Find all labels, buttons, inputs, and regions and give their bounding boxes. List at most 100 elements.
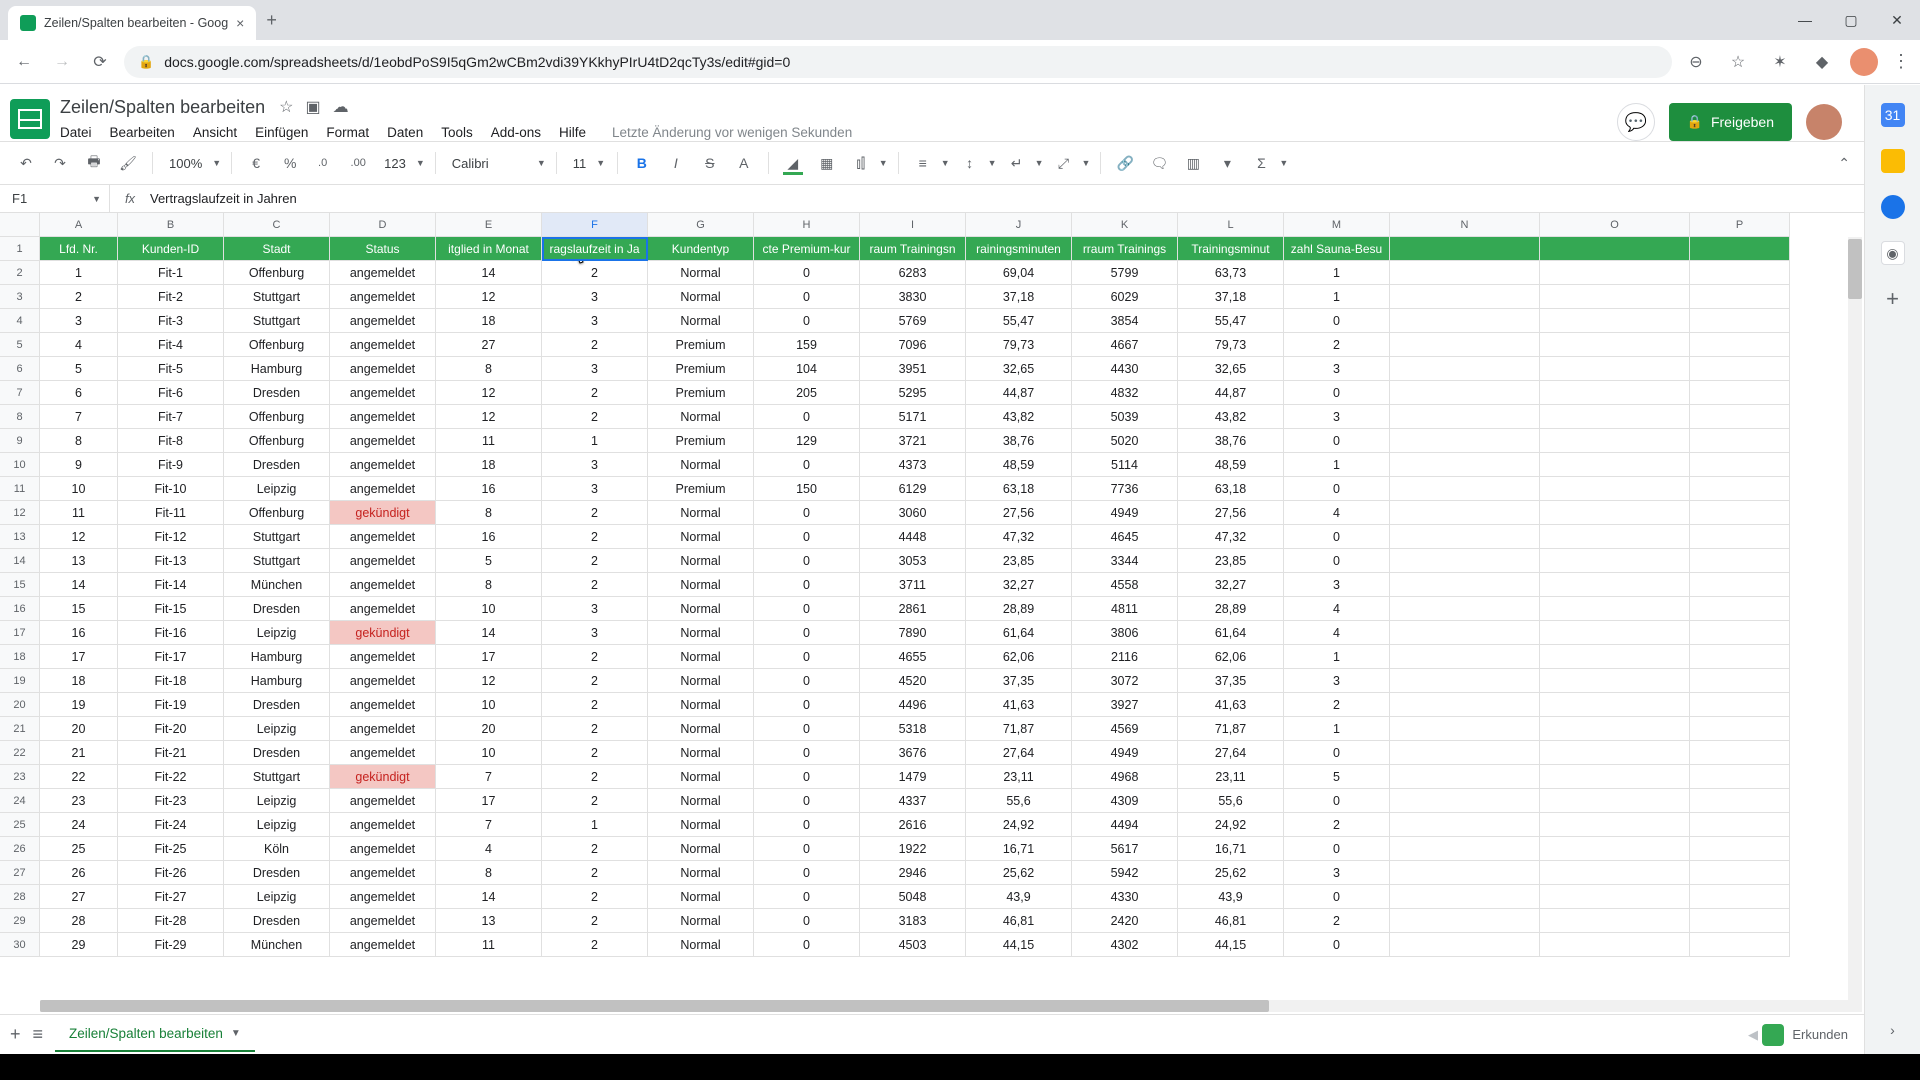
cell[interactable]: 27,64	[1178, 741, 1284, 765]
cell[interactable]	[1390, 909, 1540, 933]
cell[interactable]: 23,11	[966, 765, 1072, 789]
cell[interactable]: angemeldet	[330, 837, 436, 861]
cell[interactable]	[1690, 261, 1790, 285]
cell[interactable]: gekündigt	[330, 621, 436, 645]
omnibox[interactable]: 🔒 docs.google.com/spreadsheets/d/1eobdPo…	[124, 46, 1672, 78]
row-head-15[interactable]: 15	[0, 573, 40, 597]
cell[interactable]: 37,35	[966, 669, 1072, 693]
cell[interactable]	[1690, 501, 1790, 525]
cell[interactable]	[1690, 765, 1790, 789]
cell[interactable]	[1390, 501, 1540, 525]
cell[interactable]: 71,87	[966, 717, 1072, 741]
cell[interactable]: 1922	[860, 837, 966, 861]
cell[interactable]: 24,92	[1178, 813, 1284, 837]
cell[interactable]: 55,47	[966, 309, 1072, 333]
cell[interactable]	[1540, 741, 1690, 765]
cell[interactable]: 16	[40, 621, 118, 645]
cell[interactable]: 32,65	[966, 357, 1072, 381]
cell[interactable]: 4	[1284, 501, 1390, 525]
cell[interactable]: 3854	[1072, 309, 1178, 333]
sheet-tab[interactable]: Zeilen/Spalten bearbeiten▼	[55, 1018, 255, 1052]
cell[interactable]: 2	[542, 573, 648, 597]
cell[interactable]: 12	[436, 285, 542, 309]
cell[interactable]: 7	[436, 813, 542, 837]
cell[interactable]	[1540, 381, 1690, 405]
undo-icon[interactable]: ↶	[12, 149, 40, 177]
cell[interactable]: 104	[754, 357, 860, 381]
cell[interactable]: Premium	[648, 381, 754, 405]
header-cell[interactable]: raum Trainingsn	[860, 237, 966, 261]
menu-format[interactable]: Format	[326, 125, 369, 140]
cell[interactable]	[1690, 861, 1790, 885]
row-head-21[interactable]: 21	[0, 717, 40, 741]
cell[interactable]: Normal	[648, 789, 754, 813]
cell[interactable]	[1690, 885, 1790, 909]
cell[interactable]	[1540, 717, 1690, 741]
cell[interactable]	[1540, 861, 1690, 885]
cell[interactable]	[1690, 405, 1790, 429]
row-head-7[interactable]: 7	[0, 381, 40, 405]
addons-plus-icon[interactable]: +	[1881, 287, 1905, 311]
cell[interactable]: Fit-16	[118, 621, 224, 645]
cell[interactable]: angemeldet	[330, 309, 436, 333]
percent-icon[interactable]: %	[276, 149, 304, 177]
link-button[interactable]: 🔗	[1111, 149, 1139, 177]
cell[interactable]: angemeldet	[330, 789, 436, 813]
strike-button[interactable]: S	[696, 149, 724, 177]
halign-button[interactable]: ≡▼	[909, 149, 950, 177]
cell[interactable]: 3183	[860, 909, 966, 933]
vertical-scrollbar[interactable]	[1848, 237, 1862, 1012]
cell[interactable]: 3	[40, 309, 118, 333]
row-head-8[interactable]: 8	[0, 405, 40, 429]
cell[interactable]	[1390, 525, 1540, 549]
cell[interactable]: 14	[436, 621, 542, 645]
cell[interactable]: 0	[1284, 789, 1390, 813]
cell[interactable]: 14	[40, 573, 118, 597]
cell[interactable]: 7736	[1072, 477, 1178, 501]
cell[interactable]: 19	[40, 693, 118, 717]
cell[interactable]: 0	[754, 933, 860, 957]
wrap-button[interactable]: ↵▼	[1003, 149, 1044, 177]
cell[interactable]: Dresden	[224, 909, 330, 933]
cell[interactable]: 0	[754, 693, 860, 717]
cell[interactable]: 4949	[1072, 501, 1178, 525]
fill-color-button[interactable]: ◢	[779, 149, 807, 177]
cell[interactable]: 14	[436, 885, 542, 909]
cell[interactable]: Fit-25	[118, 837, 224, 861]
cell[interactable]: 0	[1284, 429, 1390, 453]
cell[interactable]	[1390, 813, 1540, 837]
cell[interactable]: 16,71	[966, 837, 1072, 861]
cell[interactable]: angemeldet	[330, 669, 436, 693]
cell[interactable]: angemeldet	[330, 933, 436, 957]
cell[interactable]: angemeldet	[330, 717, 436, 741]
cell[interactable]: Normal	[648, 885, 754, 909]
cell[interactable]: 37,18	[1178, 285, 1284, 309]
row-head-1[interactable]: 1	[0, 237, 40, 261]
cell[interactable]	[1540, 597, 1690, 621]
cell[interactable]: 27	[40, 885, 118, 909]
cell[interactable]: 2	[40, 285, 118, 309]
cell[interactable]: 3	[542, 453, 648, 477]
cell[interactable]: 8	[436, 357, 542, 381]
cell[interactable]	[1540, 285, 1690, 309]
cell[interactable]: 8	[436, 861, 542, 885]
cell[interactable]: 7890	[860, 621, 966, 645]
cell[interactable]: Normal	[648, 525, 754, 549]
cell[interactable]	[1390, 261, 1540, 285]
cell[interactable]	[1690, 525, 1790, 549]
close-tab-icon[interactable]: ×	[236, 15, 244, 31]
row-head-16[interactable]: 16	[0, 597, 40, 621]
cell[interactable]: Normal	[648, 765, 754, 789]
cell[interactable]: 16	[436, 525, 542, 549]
header-cell[interactable]	[1390, 237, 1540, 261]
cell[interactable]: Normal	[648, 549, 754, 573]
cell[interactable]: 22	[40, 765, 118, 789]
col-head-B[interactable]: B	[118, 213, 224, 237]
spreadsheet-grid[interactable]: ABCDEFGHIJKLMNOP1Lfd. Nr.Kunden-IDStadtS…	[0, 213, 1864, 1014]
cell[interactable]: Fit-1	[118, 261, 224, 285]
cell[interactable]: 5295	[860, 381, 966, 405]
cell[interactable]: angemeldet	[330, 525, 436, 549]
cell[interactable]: Hamburg	[224, 669, 330, 693]
contacts-icon[interactable]: ◉	[1881, 241, 1905, 265]
cell[interactable]: Premium	[648, 333, 754, 357]
